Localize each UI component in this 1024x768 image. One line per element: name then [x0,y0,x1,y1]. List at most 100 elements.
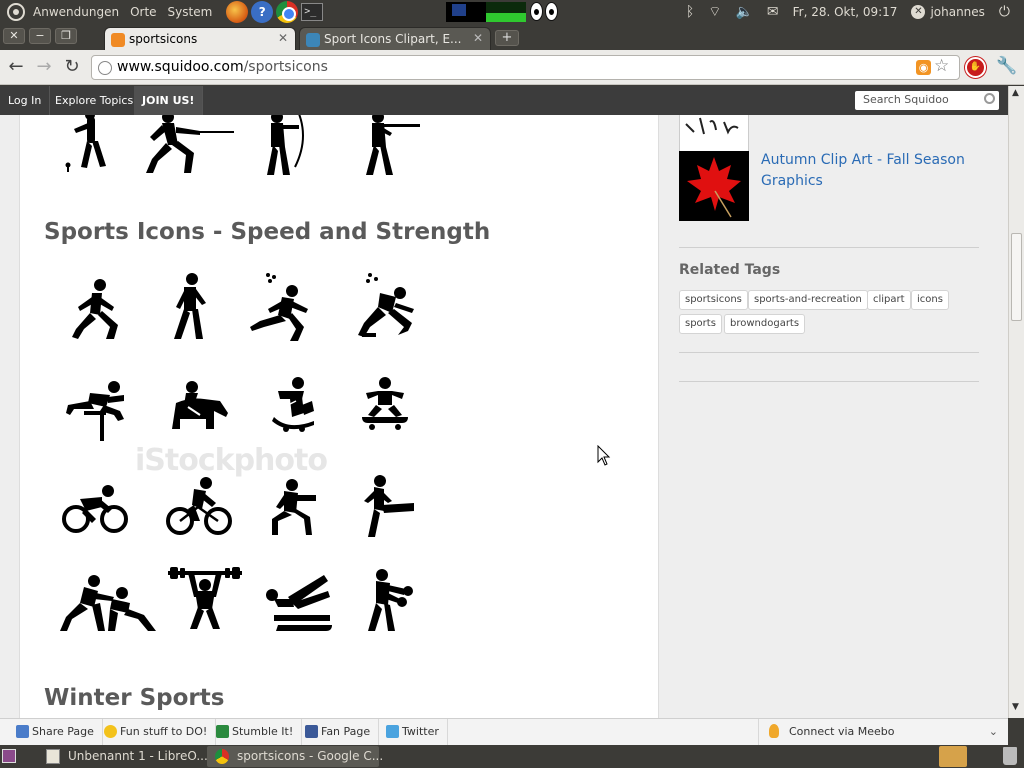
chrome-launcher-icon[interactable] [276,1,299,23]
tag-icons[interactable]: icons [911,290,949,310]
url-host: www.squidoo.com [117,59,244,75]
sport-icon-boxing [366,569,416,633]
tab-sportsicons[interactable]: sportsicons ✕ [104,27,296,50]
fan-page-label: Fan Page [321,725,371,738]
libreoffice-icon [46,749,60,764]
tab-title: Sport Icons Clipart, E... [324,32,462,46]
wrench-menu-icon[interactable]: 🔧 [996,56,1017,76]
clock[interactable]: Fr, 28. Okt, 09:17 [793,5,898,19]
sport-icon-sprint [250,271,312,341]
rss-feed-icon[interactable]: ◉ [916,60,931,75]
scroll-down-arrow-icon[interactable]: ▼ [1012,702,1019,712]
share-page-button[interactable]: Share Page [10,719,103,746]
sidebar-divider [679,381,979,382]
mouse-cursor-icon [597,444,611,471]
trash-icon[interactable] [1003,747,1017,765]
tag-browndogarts[interactable]: browndogarts [724,314,806,334]
address-bar[interactable]: www.squidoo.com/sportsicons [91,55,960,80]
adblock-icon[interactable]: ✋ [965,57,986,78]
stumble-it-button[interactable]: Stumble It! [210,719,303,746]
terminal-launcher-icon[interactable]: >_ [301,3,324,21]
sport-icon-shooting [358,111,424,177]
globe-icon [98,61,112,75]
bluetooth-icon[interactable]: ᛒ [686,4,694,20]
top-panel: Anwendungen Orte System ? >_ ᛒ ⌔ 🔈 ✉ Fr,… [0,0,1024,24]
window-maximize-button[interactable]: ❐ [55,28,77,44]
ubuntu-logo-icon[interactable] [7,3,25,21]
meebo-label: Connect via Meebo [789,725,895,738]
tab-title: sportsicons [129,32,198,46]
firefox-launcher-icon[interactable] [226,1,249,23]
wifi-icon[interactable]: ⌔ [708,3,721,21]
search-icon[interactable] [984,93,995,104]
twitter-icon [386,725,399,738]
fun-stuff-button[interactable]: Fun stuff to DO! [98,719,217,746]
meebo-connect-button[interactable]: Connect via Meebo ⌄ [758,719,1004,746]
explore-topics-link[interactable]: Explore Topics [47,86,143,115]
tab-close-icon[interactable]: ✕ [473,31,483,45]
menu-places[interactable]: Orte [130,5,156,19]
user-status-icon: ✕ [911,5,926,19]
related-lens-link[interactable]: Autumn Clip Art - Fall Season Graphics [761,150,971,192]
chrome-tray-icon[interactable] [939,746,967,767]
sport-icon-fencing [142,111,234,175]
share-bar: Share Page Fun stuff to DO! Stumble It! … [0,718,1008,746]
tag-sportsicons[interactable]: sportsicons [679,290,748,310]
show-desktop-icon[interactable] [2,749,16,763]
new-tab-button[interactable]: + [495,30,519,46]
power-icon[interactable]: ⏻ [999,4,1010,20]
mail-icon[interactable]: ✉ [767,4,779,20]
stumbleupon-icon [216,725,229,738]
volume-icon[interactable]: 🔈 [735,4,752,20]
page-scrollbar[interactable]: ▲ ▼ [1008,86,1024,718]
squidoo-favicon-icon [111,33,125,47]
twitter-button[interactable]: Twitter [380,719,448,746]
chrome-icon [215,749,229,764]
taskbar-window-libreoffice[interactable]: Unbenannt 1 - LibreO... [38,746,208,767]
tag-sports[interactable]: sports [679,314,722,334]
istockphoto-watermark: iStockphoto [135,443,328,478]
squidoo-search-input[interactable]: Search Squidoo [855,91,999,110]
bookmark-star-icon[interactable]: ☆ [934,56,949,76]
join-us-button[interactable]: JOIN US! [134,86,204,115]
login-link[interactable]: Log In [0,86,51,115]
squidoo-nav-bar: Log In Explore Topics JOIN US! Search Sq… [0,86,1008,115]
sidebar: Autumn Clip Art - Fall Season Graphics R… [660,87,1008,718]
sport-icon-mountain-bike [166,477,232,535]
sport-icon-archery [257,111,307,177]
scroll-up-arrow-icon[interactable]: ▲ [1012,88,1019,98]
sport-icon-walking [166,273,210,341]
window-close-button[interactable]: ✕ [3,28,25,44]
tab-strip: ✕ − ❐ sportsicons ✕ Sport Icons Clipart,… [0,24,1024,50]
scrollbar-thumb[interactable] [1011,233,1022,321]
window-minimize-button[interactable]: − [29,28,51,44]
forward-button[interactable]: → [34,57,54,77]
smiley-icon [104,725,117,738]
sport-icon-equestrian [170,381,230,431]
section-title-speed-strength: Sports Icons - Speed and Strength [44,219,491,245]
menu-system[interactable]: System [168,5,213,19]
user-menu[interactable]: ✕ johannes [911,5,985,19]
taskbar-window-chrome[interactable]: sportsicons - Google C... [207,746,383,767]
sport-icon-cycling [62,485,128,533]
autumn-leaf-thumbnail[interactable] [679,151,749,221]
menu-applications[interactable]: Anwendungen [33,5,119,19]
back-button[interactable]: ← [6,57,26,77]
help-launcher-icon[interactable]: ? [251,1,274,23]
chevron-down-icon[interactable]: ⌄ [989,719,998,745]
sport-icon-karate-kick [358,475,416,539]
taskbar-window-title: Unbenannt 1 - LibreO... [68,749,208,763]
fan-page-button[interactable]: Fan Page [299,719,380,746]
tag-clipart[interactable]: clipart [867,290,911,310]
sport-icon-weightlifting [168,567,242,631]
share-page-label: Share Page [32,725,94,738]
tag-sports-and-recreation[interactable]: sports-and-recreation [748,290,868,310]
sport-icon-boxing-stance [270,479,320,537]
tab-close-icon[interactable]: ✕ [278,31,288,45]
sport-icon-wrestling [58,573,158,633]
system-monitor-applet[interactable] [446,2,526,22]
reload-button[interactable]: ↻ [62,57,82,77]
tab-sport-icons-clipart[interactable]: Sport Icons Clipart, E... ✕ [299,27,491,50]
sport-icon-golf [60,111,110,173]
share-icon [16,725,29,738]
